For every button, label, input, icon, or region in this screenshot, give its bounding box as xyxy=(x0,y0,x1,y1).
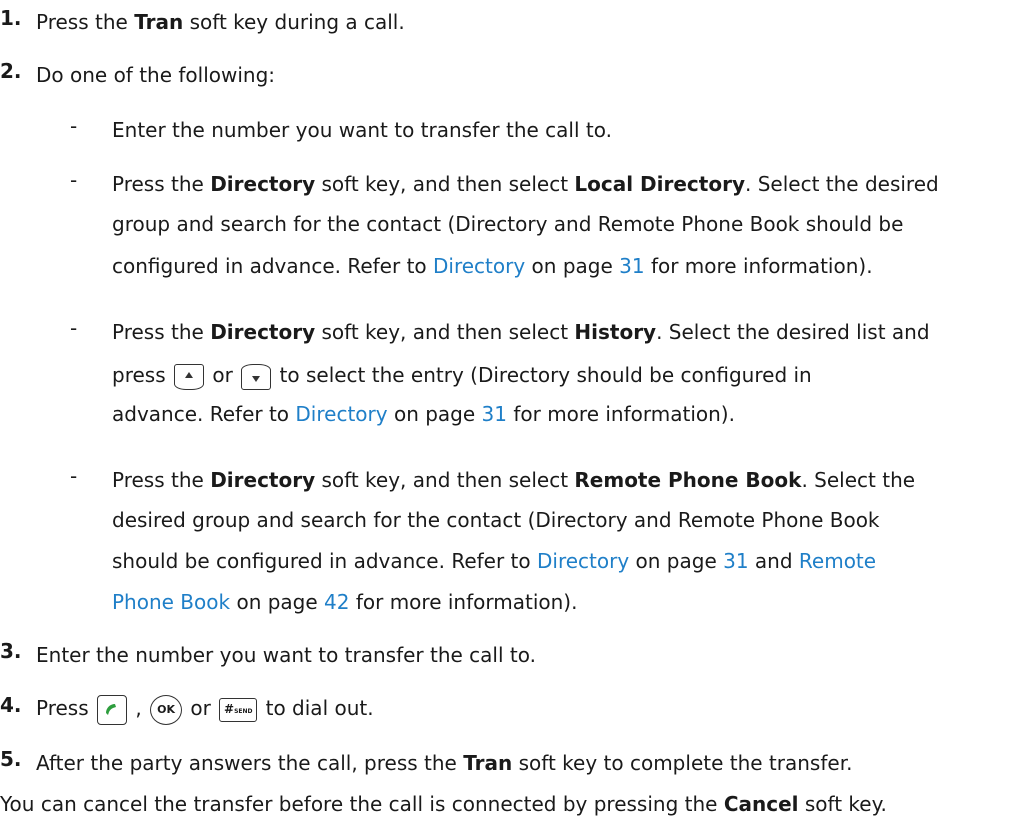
step-number: 2. xyxy=(0,59,22,83)
option-4-line-4: Phone Book on page 42 for more informati… xyxy=(112,590,578,614)
option-4-line-1: Press the Directory soft key, and then s… xyxy=(112,468,916,492)
remote-phone-book-label: Remote Phone Book xyxy=(574,468,802,492)
ok-key-icon: OK xyxy=(150,694,183,725)
step-number: 1. xyxy=(0,6,22,30)
step-4: Press , OK or #SEND to dial out. xyxy=(36,690,374,726)
directory-softkey-label: Directory xyxy=(210,320,316,344)
step-text: Press the xyxy=(36,10,135,34)
option-3-line-3: advance. Refer to Directory on page 31 f… xyxy=(112,402,735,426)
down-key-icon xyxy=(241,363,272,390)
option-2-line-3: configured in advance. Refer to Director… xyxy=(112,254,873,278)
local-directory-label: Local Directory xyxy=(574,172,745,196)
option-1: Enter the number you want to transfer th… xyxy=(112,118,612,142)
bullet-dash: - xyxy=(70,168,78,192)
directory-link[interactable]: Directory xyxy=(433,254,525,278)
cancel-softkey-label: Cancel xyxy=(723,792,799,816)
directory-link[interactable]: Directory xyxy=(537,549,629,573)
bullet-dash: - xyxy=(70,114,78,138)
directory-softkey-label: Directory xyxy=(210,468,316,492)
history-label: History xyxy=(574,320,657,344)
directory-link[interactable]: Directory xyxy=(295,402,387,426)
option-3-line-2: press or to select the entry (Directory … xyxy=(112,359,812,391)
page-link[interactable]: 31 xyxy=(482,402,507,426)
bullet-dash: - xyxy=(70,464,78,488)
remote-phone-book-link[interactable]: Remote xyxy=(799,549,876,573)
directory-softkey-label: Directory xyxy=(210,172,316,196)
option-4-line-3: should be configured in advance. Refer t… xyxy=(112,549,877,573)
step-number: 5. xyxy=(0,747,22,771)
remote-phone-book-link[interactable]: Phone Book xyxy=(112,590,230,614)
cancel-note: You can cancel the transfer before the c… xyxy=(0,792,887,816)
tran-softkey-label: Tran xyxy=(463,751,513,775)
step-2: Do one of the following: xyxy=(36,63,276,87)
hash-send-key-icon: #SEND xyxy=(219,697,258,722)
step-number: 3. xyxy=(0,639,22,663)
send-call-key-icon xyxy=(97,694,127,725)
step-1: Press the Tran soft key during a call. xyxy=(36,8,405,36)
page-link[interactable]: 42 xyxy=(324,590,349,614)
step-number: 4. xyxy=(0,693,22,717)
bullet-dash: - xyxy=(70,316,78,340)
step-text: soft key during a call. xyxy=(183,10,405,34)
option-2-line-2: group and search for the contact (Direct… xyxy=(112,212,904,236)
step-5: After the party answers the call, press … xyxy=(36,751,853,775)
option-4-line-2: desired group and search for the contact… xyxy=(112,508,880,532)
option-3-line-1: Press the Directory soft key, and then s… xyxy=(112,320,930,344)
page-link[interactable]: 31 xyxy=(723,549,748,573)
up-key-icon xyxy=(173,363,204,390)
page-link[interactable]: 31 xyxy=(619,254,644,278)
option-2-line-1: Press the Directory soft key, and then s… xyxy=(112,172,939,196)
tran-softkey-label: Tran xyxy=(134,10,184,34)
step-3: Enter the number you want to transfer th… xyxy=(36,643,536,667)
